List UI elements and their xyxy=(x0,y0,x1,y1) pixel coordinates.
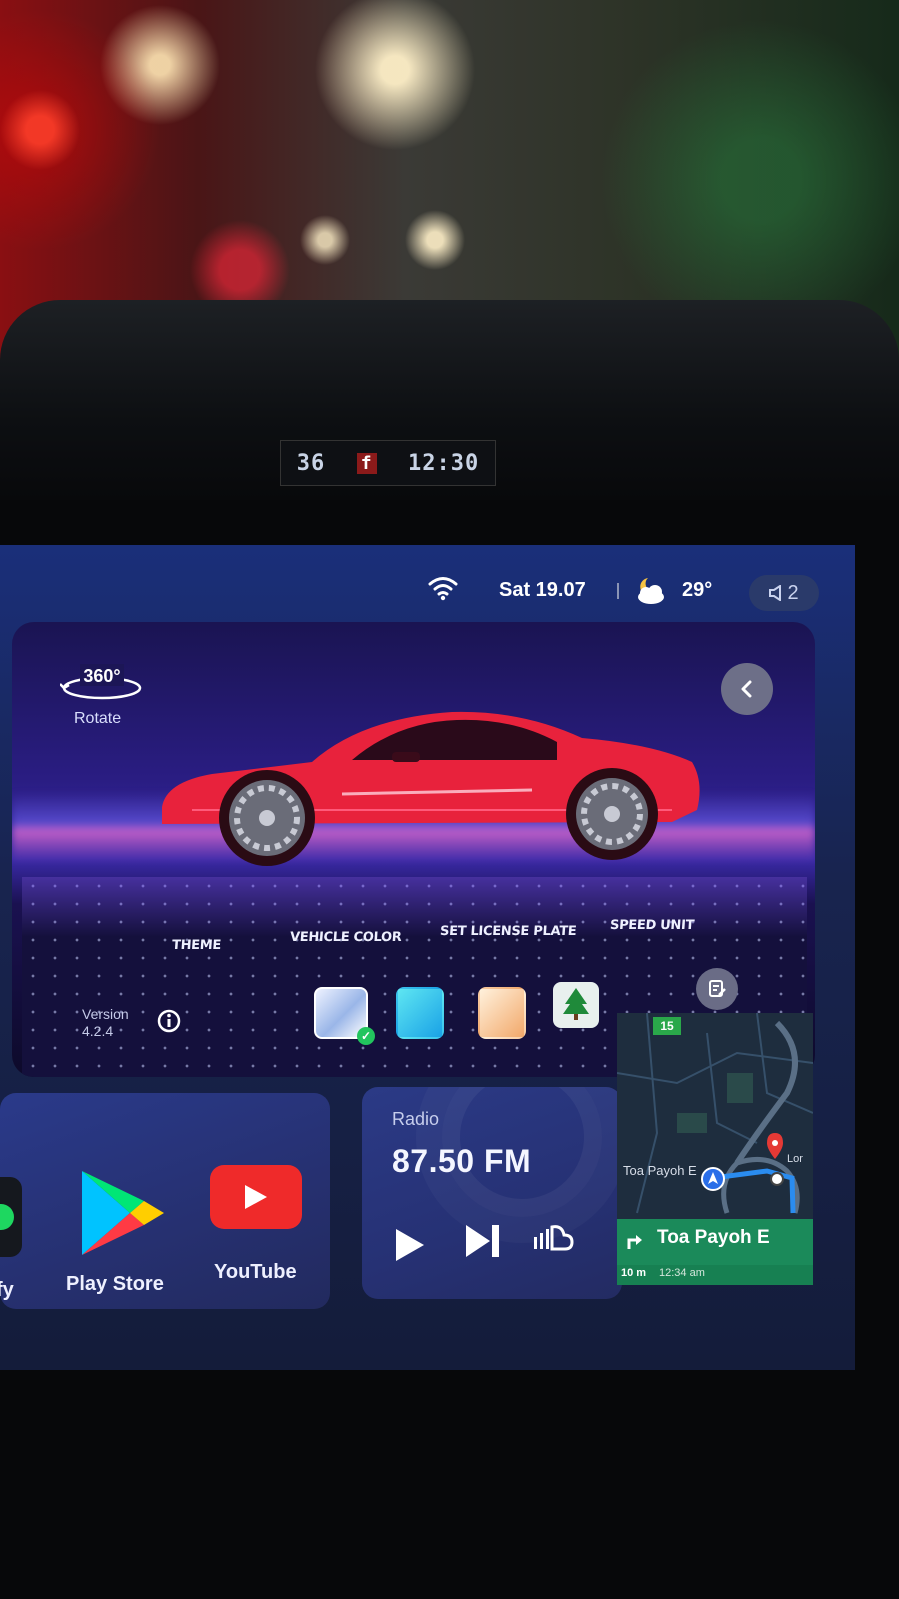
tab-theme[interactable]: THEME xyxy=(171,938,221,953)
map-label-right: Lor xyxy=(787,1153,803,1165)
selected-check-icon: ✓ xyxy=(357,1027,375,1045)
volume-button[interactable]: 2 xyxy=(749,575,819,611)
radio-frequency: 87.50 FM xyxy=(392,1143,532,1179)
map-street-label: Toa Payoh E xyxy=(623,1163,697,1178)
temperature: 29° xyxy=(682,579,713,601)
rotate-label: Rotate xyxy=(74,710,122,727)
radio-title: Radio xyxy=(392,1109,440,1129)
theme-swatch-cyan[interactable] xyxy=(396,987,444,1039)
next-turn-banner: Toa Payoh E xyxy=(617,1219,813,1267)
settings-tabs: THEME VEHICLE COLOR SET LICENSE PLATE SP… xyxy=(12,912,815,953)
partly-cloudy-night-icon xyxy=(638,578,664,604)
speaker-icon xyxy=(769,585,782,601)
date-label: Sat 19.07 xyxy=(499,579,586,601)
speed-limit-badge: 15 xyxy=(653,1017,681,1035)
theme-swatch-christmas[interactable] xyxy=(553,982,599,1028)
status-bar: Sat 19.07 29° 2 xyxy=(0,545,855,625)
volume-level: 2 xyxy=(787,581,799,604)
infotainment-screen: Sat 19.07 29° 2 360° Rotate THEME VEHICL… xyxy=(0,545,855,1370)
version-info: Version 4.2.4 xyxy=(82,1006,129,1040)
youtube-label[interactable]: YouTube xyxy=(214,1261,297,1284)
christmas-tree-icon xyxy=(563,988,589,1020)
version-number: 4.2.4 xyxy=(82,1023,114,1039)
play-store-label[interactable]: Play Store xyxy=(66,1273,164,1296)
info-icon[interactable] xyxy=(157,1009,181,1033)
soundcloud-icon[interactable] xyxy=(532,1221,574,1253)
tab-vehicle-color[interactable]: VEHICLE COLOR xyxy=(289,930,402,945)
version-label: Version xyxy=(82,1006,129,1022)
youtube-icon[interactable] xyxy=(210,1165,302,1229)
theme-swatch-peach[interactable] xyxy=(478,987,526,1039)
edit-button[interactable] xyxy=(696,968,738,1010)
nav-footer xyxy=(617,1265,813,1285)
tab-set-license-plate[interactable]: SET LICENSE PLATE xyxy=(439,924,576,939)
edit-note-icon xyxy=(709,980,726,997)
apps-dock: fy Play Store YouTube xyxy=(0,1093,330,1309)
play-store-icon[interactable] xyxy=(78,1167,168,1257)
divider xyxy=(617,583,619,599)
hud-badge: f xyxy=(356,452,377,474)
rotate-badge: 360° xyxy=(83,666,120,686)
instrument-cluster: 36 f 12:30 xyxy=(280,440,496,486)
tab-speed-unit[interactable]: SPEED UNIT xyxy=(609,918,694,933)
wifi-icon xyxy=(428,577,458,601)
radio-widget[interactable]: Radio 87.50 FM xyxy=(362,1087,622,1299)
arrival-time: 12:34 am xyxy=(659,1267,705,1279)
car-model[interactable] xyxy=(152,682,712,882)
turn-distance: 10 m xyxy=(621,1267,647,1279)
navigation-widget[interactable]: 15 Toa Payoh E Lor Toa Payoh E 10 m 12:3… xyxy=(617,1013,813,1285)
next-street: Toa Payoh E xyxy=(657,1227,770,1248)
skip-next-icon[interactable] xyxy=(464,1223,502,1259)
hud-value: 36 xyxy=(296,450,326,476)
chevron-left-icon xyxy=(741,680,752,698)
back-button[interactable] xyxy=(721,663,773,715)
hud-time: 12:30 xyxy=(408,450,480,476)
play-icon[interactable] xyxy=(392,1227,426,1263)
turn-right-icon xyxy=(627,1235,642,1249)
spotify-icon[interactable] xyxy=(0,1177,22,1257)
vehicle-customization-widget: 360° Rotate THEME VEHICLE COLOR SET LICE… xyxy=(12,622,815,1077)
spotify-label[interactable]: fy xyxy=(0,1279,14,1302)
rotate-360-button[interactable]: 360° xyxy=(60,662,144,702)
